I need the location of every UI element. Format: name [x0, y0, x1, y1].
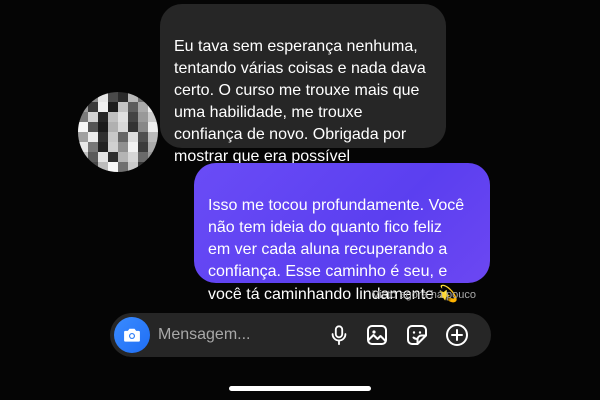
- outgoing-message-bubble[interactable]: Isso me tocou profundamente. Você não te…: [194, 163, 490, 303]
- avatar-pixel: [148, 122, 158, 132]
- avatar-pixel: [78, 142, 88, 152]
- avatar-pixel: [108, 142, 118, 152]
- avatar-pixel: [128, 142, 138, 152]
- avatar-pixel: [118, 132, 128, 142]
- avatar-pixel: [128, 122, 138, 132]
- gallery-button[interactable]: [364, 322, 390, 348]
- message-composer: [110, 313, 491, 357]
- microphone-button[interactable]: [326, 322, 352, 348]
- microphone-icon: [331, 325, 347, 346]
- avatar-pixel: [88, 162, 98, 172]
- avatar-pixel: [138, 132, 148, 142]
- avatar-pixel: [88, 112, 98, 122]
- incoming-message-text: Eu tava sem esperança nenhuma, tentando …: [174, 38, 426, 165]
- avatar-pixel: [108, 152, 118, 162]
- avatar-pixel: [78, 112, 88, 122]
- avatar-pixel: [148, 162, 158, 172]
- avatar-pixel: [78, 152, 88, 162]
- avatar-pixel: [88, 102, 98, 112]
- avatar-pixel: [78, 92, 88, 102]
- home-indicator[interactable]: [229, 386, 371, 391]
- avatar-pixel: [118, 152, 128, 162]
- avatar-pixel: [108, 162, 118, 172]
- avatar-pixel: [128, 112, 138, 122]
- sender-avatar-pixelated[interactable]: [78, 92, 158, 172]
- avatar-pixel: [98, 92, 108, 102]
- avatar-pixel: [148, 92, 158, 102]
- incoming-message-bubble[interactable]: Eu tava sem esperança nenhuma, tentando …: [160, 4, 446, 165]
- avatar-pixel: [78, 102, 88, 112]
- avatar-pixel: [118, 102, 128, 112]
- avatar-pixel: [88, 122, 98, 132]
- avatar-pixel: [88, 92, 98, 102]
- avatar-pixel: [138, 102, 148, 112]
- avatar-pixel: [78, 162, 88, 172]
- avatar-pixel: [138, 152, 148, 162]
- avatar-pixel: [148, 132, 158, 142]
- avatar-pixel: [98, 122, 108, 132]
- avatar-pixel: [108, 102, 118, 112]
- avatar-pixel: [128, 92, 138, 102]
- chat-screen: Eu tava sem esperança nenhuma, tentando …: [0, 0, 600, 400]
- avatar-pixel: [98, 132, 108, 142]
- avatar-pixel: [88, 152, 98, 162]
- gallery-icon: [367, 325, 387, 345]
- camera-button[interactable]: [114, 317, 150, 353]
- outgoing-message-text: Isso me tocou profundamente. Você não te…: [208, 197, 465, 303]
- avatar-pixel: [118, 162, 128, 172]
- avatar-pixel: [148, 112, 158, 122]
- avatar-pixel: [88, 132, 98, 142]
- avatar-pixel: [78, 132, 88, 142]
- avatar-pixel: [108, 122, 118, 132]
- avatar-pixel: [148, 142, 158, 152]
- avatar-pixel: [88, 142, 98, 152]
- avatar-pixel: [78, 122, 88, 132]
- seen-status: Visto agora há pouco: [372, 289, 476, 301]
- avatar-pixel: [98, 142, 108, 152]
- avatar-pixel: [128, 102, 138, 112]
- camera-icon: [124, 328, 140, 342]
- avatar-pixel: [138, 92, 148, 102]
- avatar-pixel: [98, 102, 108, 112]
- avatar-pixel: [118, 142, 128, 152]
- avatar-pixel: [138, 122, 148, 132]
- avatar-pixel: [138, 112, 148, 122]
- avatar-pixel: [148, 102, 158, 112]
- avatar-pixel: [118, 112, 128, 122]
- avatar-pixel: [98, 152, 108, 162]
- avatar-pixel: [148, 152, 158, 162]
- avatar-pixel: [138, 162, 148, 172]
- avatar-pixel: [128, 152, 138, 162]
- sticker-button[interactable]: [404, 322, 430, 348]
- avatar-pixel: [118, 122, 128, 132]
- avatar-pixel: [108, 92, 118, 102]
- avatar-pixel: [138, 142, 148, 152]
- avatar-pixel: [118, 92, 128, 102]
- avatar-pixel: [98, 162, 108, 172]
- more-options-button[interactable]: [444, 322, 470, 348]
- avatar-pixel: [108, 132, 118, 142]
- plus-circle-icon: [446, 324, 468, 346]
- avatar-pixel: [128, 162, 138, 172]
- avatar-pixel: [108, 112, 118, 122]
- sticker-icon: [407, 325, 427, 345]
- message-input[interactable]: [158, 313, 318, 357]
- avatar-pixel: [98, 112, 108, 122]
- avatar-pixel: [128, 132, 138, 142]
